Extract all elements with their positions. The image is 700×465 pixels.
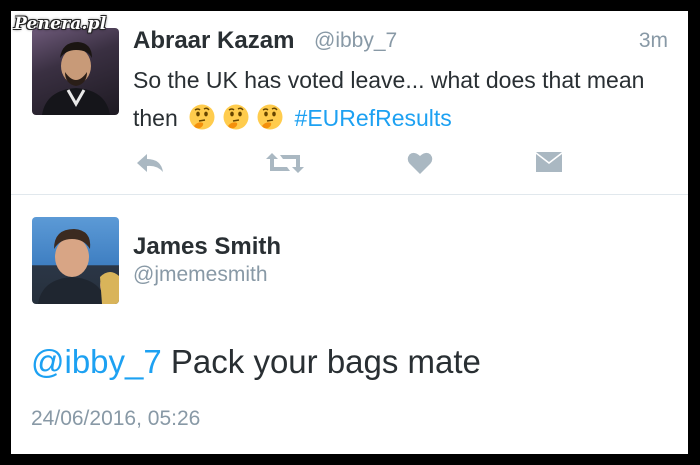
reply-text: @ibby_7 Pack your bags mate [31, 343, 481, 381]
mention-link[interactable]: @ibby_7 [31, 343, 162, 380]
avatar[interactable] [32, 28, 119, 115]
hashtag-link[interactable]: #EURefResults [295, 105, 452, 131]
heart-icon [407, 152, 433, 174]
thinking-face-icon [189, 104, 215, 130]
thinking-face-icon [223, 104, 249, 130]
emoji-group [188, 103, 284, 131]
avatar-photo [38, 229, 119, 304]
reply-timestamp[interactable]: 24/06/2016, 05:26 [31, 407, 200, 431]
reply-icon [137, 154, 163, 172]
watermark-logo: Penera.pl [14, 14, 107, 34]
reply-author-handle[interactable]: @jmemesmith [133, 263, 268, 287]
tweet-text: So the UK has voted leave... what does t… [133, 61, 673, 137]
reply-button[interactable] [135, 149, 165, 177]
tweet-actions [135, 149, 575, 177]
reply-author-name[interactable]: James Smith [133, 233, 281, 261]
tweet-screenshot: Abraar Kazam @ibby_7 3m So the UK has vo… [11, 11, 688, 454]
retweet-icon [266, 153, 304, 173]
envelope-icon [536, 152, 562, 172]
direct-message-button[interactable] [535, 149, 563, 177]
author-name[interactable]: Abraar Kazam [133, 27, 294, 55]
original-tweet[interactable]: Abraar Kazam @ibby_7 3m So the UK has vo… [11, 11, 688, 194]
retweet-button[interactable] [265, 149, 305, 177]
avatar-photo [42, 42, 110, 115]
divider [11, 194, 688, 195]
thinking-face-icon [257, 104, 283, 130]
reply-body: Pack your bags mate [161, 343, 481, 380]
reply-avatar[interactable] [32, 217, 119, 304]
like-button[interactable] [407, 149, 433, 177]
author-handle[interactable]: @ibby_7 [314, 29, 397, 53]
tweet-time[interactable]: 3m [639, 29, 668, 53]
